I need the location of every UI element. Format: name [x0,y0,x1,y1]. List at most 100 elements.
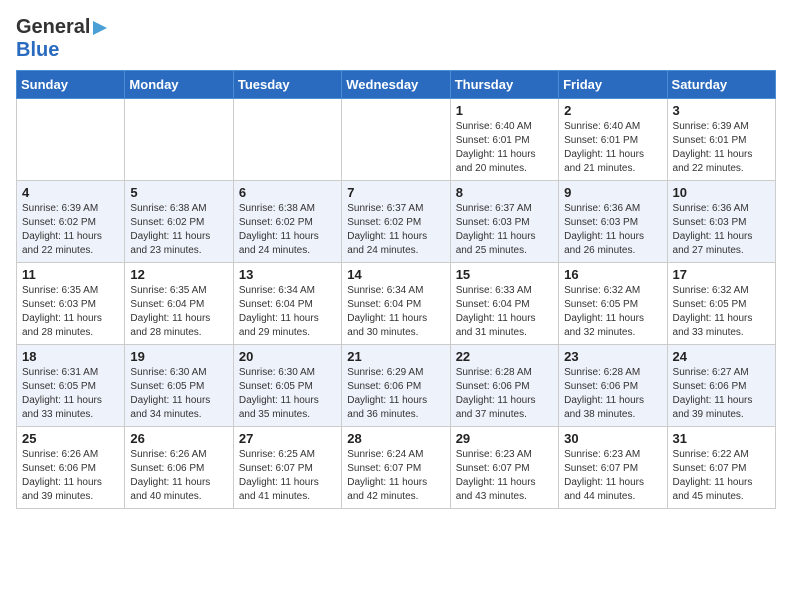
day-info: Sunrise: 6:31 AM Sunset: 6:05 PM Dayligh… [22,366,119,422]
calendar-cell: 25 Sunrise: 6:26 AM Sunset: 6:06 PM Dayli… [17,427,125,509]
day-number: 11 [22,267,119,282]
day-number: 5 [130,185,227,200]
day-number: 27 [239,431,336,446]
logo: General Blue [16,16,109,62]
day-number: 12 [130,267,227,282]
calendar-cell: 28 Sunrise: 6:24 AM Sunset: 6:07 PM Dayli… [342,427,450,509]
day-number: 10 [673,185,770,200]
day-info: Sunrise: 6:26 AM Sunset: 6:06 PM Dayligh… [130,448,227,504]
calendar-cell: 26 Sunrise: 6:26 AM Sunset: 6:06 PM Dayli… [125,427,233,509]
day-info: Sunrise: 6:40 AM Sunset: 6:01 PM Dayligh… [564,120,661,176]
day-info: Sunrise: 6:37 AM Sunset: 6:02 PM Dayligh… [347,202,444,258]
day-number: 1 [456,103,553,118]
day-info: Sunrise: 6:30 AM Sunset: 6:05 PM Dayligh… [130,366,227,422]
calendar-week-row: 1 Sunrise: 6:40 AM Sunset: 6:01 PM Daylig… [17,99,776,181]
logo-general: General [16,16,90,39]
logo-blue: Blue [16,39,59,61]
day-number: 26 [130,431,227,446]
calendar-cell: 31 Sunrise: 6:22 AM Sunset: 6:07 PM Dayli… [667,427,775,509]
calendar-cell: 24 Sunrise: 6:27 AM Sunset: 6:06 PM Dayli… [667,345,775,427]
day-number: 25 [22,431,119,446]
day-info: Sunrise: 6:36 AM Sunset: 6:03 PM Dayligh… [673,202,770,258]
day-number: 4 [22,185,119,200]
calendar-cell: 22 Sunrise: 6:28 AM Sunset: 6:06 PM Dayli… [450,345,558,427]
day-info: Sunrise: 6:38 AM Sunset: 6:02 PM Dayligh… [130,202,227,258]
day-number: 23 [564,349,661,364]
calendar-week-row: 25 Sunrise: 6:26 AM Sunset: 6:06 PM Dayli… [17,427,776,509]
calendar-cell: 6 Sunrise: 6:38 AM Sunset: 6:02 PM Daylig… [233,181,341,263]
calendar-cell: 11Sunrise: 6:35 AM Sunset: 6:03 PM Dayli… [17,263,125,345]
calendar-cell [233,99,341,181]
logo-arrow-icon [91,19,109,37]
day-number: 28 [347,431,444,446]
column-header-tuesday: Tuesday [233,71,341,99]
calendar-cell: 15 Sunrise: 6:33 AM Sunset: 6:04 PM Dayli… [450,263,558,345]
day-number: 16 [564,267,661,282]
calendar-cell [342,99,450,181]
day-number: 7 [347,185,444,200]
day-info: Sunrise: 6:28 AM Sunset: 6:06 PM Dayligh… [456,366,553,422]
calendar-cell: 27 Sunrise: 6:25 AM Sunset: 6:07 PM Dayli… [233,427,341,509]
calendar-week-row: 11Sunrise: 6:35 AM Sunset: 6:03 PM Dayli… [17,263,776,345]
day-number: 22 [456,349,553,364]
calendar-cell [17,99,125,181]
day-number: 19 [130,349,227,364]
column-header-friday: Friday [559,71,667,99]
calendar-cell: 8Sunrise: 6:37 AM Sunset: 6:03 PM Daylig… [450,181,558,263]
calendar-cell: 16 Sunrise: 6:32 AM Sunset: 6:05 PM Dayli… [559,263,667,345]
calendar-cell [125,99,233,181]
column-header-wednesday: Wednesday [342,71,450,99]
calendar-cell: 9 Sunrise: 6:36 AM Sunset: 6:03 PM Daylig… [559,181,667,263]
day-number: 15 [456,267,553,282]
day-info: Sunrise: 6:28 AM Sunset: 6:06 PM Dayligh… [564,366,661,422]
calendar-cell: 20Sunrise: 6:30 AM Sunset: 6:05 PM Dayli… [233,345,341,427]
calendar-cell: 18Sunrise: 6:31 AM Sunset: 6:05 PM Dayli… [17,345,125,427]
calendar-cell: 2 Sunrise: 6:40 AM Sunset: 6:01 PM Daylig… [559,99,667,181]
calendar-cell: 17Sunrise: 6:32 AM Sunset: 6:05 PM Dayli… [667,263,775,345]
calendar-cell: 4 Sunrise: 6:39 AM Sunset: 6:02 PM Daylig… [17,181,125,263]
page-header: General Blue [16,16,776,62]
calendar-cell: 1 Sunrise: 6:40 AM Sunset: 6:01 PM Daylig… [450,99,558,181]
calendar-cell: 19 Sunrise: 6:30 AM Sunset: 6:05 PM Dayli… [125,345,233,427]
calendar-table: SundayMondayTuesdayWednesdayThursdayFrid… [16,70,776,509]
day-number: 31 [673,431,770,446]
calendar-cell: 29Sunrise: 6:23 AM Sunset: 6:07 PM Dayli… [450,427,558,509]
day-number: 14 [347,267,444,282]
calendar-week-row: 18Sunrise: 6:31 AM Sunset: 6:05 PM Dayli… [17,345,776,427]
day-info: Sunrise: 6:37 AM Sunset: 6:03 PM Dayligh… [456,202,553,258]
calendar-cell: 23 Sunrise: 6:28 AM Sunset: 6:06 PM Dayli… [559,345,667,427]
day-info: Sunrise: 6:36 AM Sunset: 6:03 PM Dayligh… [564,202,661,258]
day-info: Sunrise: 6:32 AM Sunset: 6:05 PM Dayligh… [564,284,661,340]
calendar-cell: 13 Sunrise: 6:34 AM Sunset: 6:04 PM Dayli… [233,263,341,345]
day-info: Sunrise: 6:33 AM Sunset: 6:04 PM Dayligh… [456,284,553,340]
column-header-monday: Monday [125,71,233,99]
day-number: 2 [564,103,661,118]
calendar-cell: 10 Sunrise: 6:36 AM Sunset: 6:03 PM Dayli… [667,181,775,263]
day-info: Sunrise: 6:25 AM Sunset: 6:07 PM Dayligh… [239,448,336,504]
day-number: 13 [239,267,336,282]
calendar-cell: 30Sunrise: 6:23 AM Sunset: 6:07 PM Dayli… [559,427,667,509]
day-info: Sunrise: 6:40 AM Sunset: 6:01 PM Dayligh… [456,120,553,176]
day-info: Sunrise: 6:29 AM Sunset: 6:06 PM Dayligh… [347,366,444,422]
calendar-header-row: SundayMondayTuesdayWednesdayThursdayFrid… [17,71,776,99]
day-number: 6 [239,185,336,200]
column-header-thursday: Thursday [450,71,558,99]
column-header-sunday: Sunday [17,71,125,99]
calendar-cell: 5 Sunrise: 6:38 AM Sunset: 6:02 PM Daylig… [125,181,233,263]
day-number: 9 [564,185,661,200]
day-info: Sunrise: 6:23 AM Sunset: 6:07 PM Dayligh… [456,448,553,504]
day-info: Sunrise: 6:22 AM Sunset: 6:07 PM Dayligh… [673,448,770,504]
day-info: Sunrise: 6:38 AM Sunset: 6:02 PM Dayligh… [239,202,336,258]
day-info: Sunrise: 6:24 AM Sunset: 6:07 PM Dayligh… [347,448,444,504]
day-number: 24 [673,349,770,364]
day-info: Sunrise: 6:27 AM Sunset: 6:06 PM Dayligh… [673,366,770,422]
day-number: 21 [347,349,444,364]
day-info: Sunrise: 6:35 AM Sunset: 6:04 PM Dayligh… [130,284,227,340]
calendar-cell: 7 Sunrise: 6:37 AM Sunset: 6:02 PM Daylig… [342,181,450,263]
day-info: Sunrise: 6:26 AM Sunset: 6:06 PM Dayligh… [22,448,119,504]
day-info: Sunrise: 6:34 AM Sunset: 6:04 PM Dayligh… [239,284,336,340]
day-info: Sunrise: 6:39 AM Sunset: 6:02 PM Dayligh… [22,202,119,258]
day-number: 20 [239,349,336,364]
calendar-cell: 21 Sunrise: 6:29 AM Sunset: 6:06 PM Dayli… [342,345,450,427]
day-info: Sunrise: 6:23 AM Sunset: 6:07 PM Dayligh… [564,448,661,504]
